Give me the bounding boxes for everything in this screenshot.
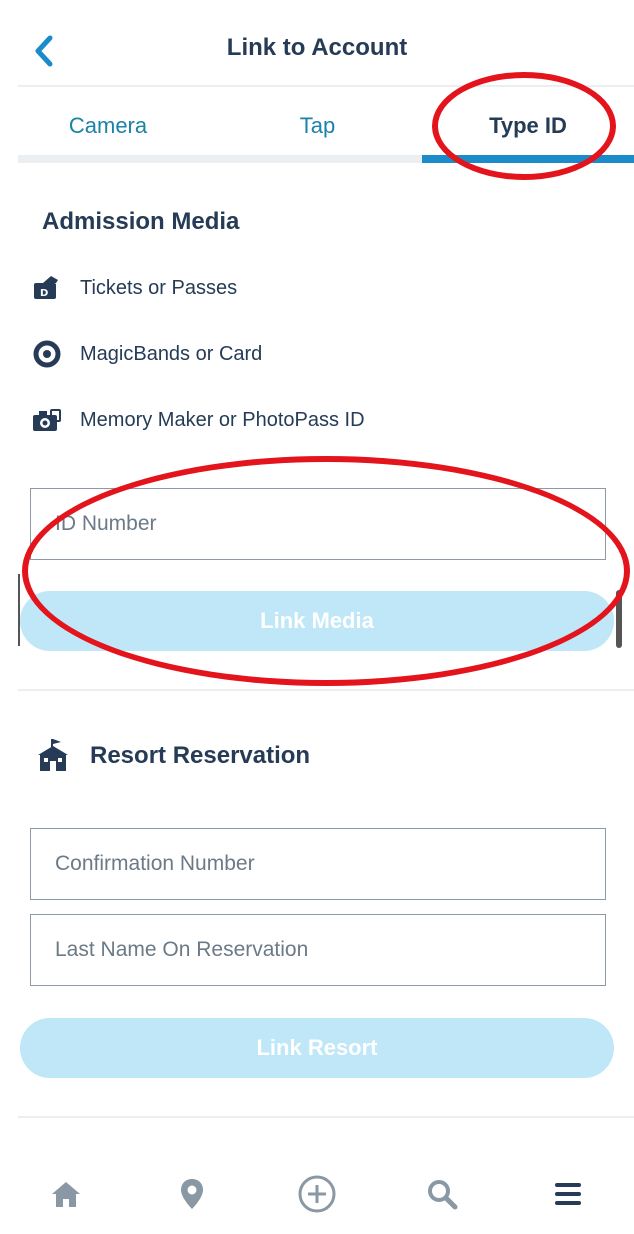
plus-circle-icon	[298, 1175, 336, 1213]
tab-active-indicator	[422, 155, 634, 163]
nav-search[interactable]	[422, 1174, 462, 1214]
section-divider	[18, 689, 634, 691]
media-item-magicbands[interactable]: MagicBands or Card	[30, 336, 262, 372]
resort-reservation-title: Resort Reservation	[90, 742, 311, 769]
tab-camera[interactable]: Camera	[18, 88, 198, 158]
page-title: Link to Account	[226, 34, 408, 61]
tab-track	[18, 155, 422, 163]
nav-map[interactable]	[172, 1174, 212, 1214]
section-divider	[18, 1116, 634, 1118]
media-item-label: Tickets or Passes	[80, 276, 238, 299]
media-item-label: Memory Maker or PhotoPass ID	[80, 408, 365, 431]
header-divider	[18, 85, 634, 87]
svg-text:D: D	[40, 288, 48, 299]
media-item-photopass[interactable]: Memory Maker or PhotoPass ID	[30, 402, 365, 438]
header-bar: Link to Account	[0, 0, 634, 88]
tab-bar: Camera Tap Type ID	[0, 88, 634, 164]
ticket-icon: D	[30, 273, 64, 303]
admission-media-title: Admission Media	[42, 208, 240, 235]
nav-add[interactable]	[297, 1174, 337, 1214]
media-item-tickets[interactable]: D Tickets or Passes	[30, 270, 237, 306]
tab-tap[interactable]: Tap	[225, 88, 410, 158]
scrollbar[interactable]	[616, 590, 622, 648]
menu-icon	[555, 1183, 581, 1205]
photopass-camera-icon	[30, 405, 64, 435]
resort-building-icon	[36, 737, 70, 778]
search-icon	[428, 1180, 458, 1210]
nav-menu[interactable]	[548, 1174, 588, 1214]
map-pin-icon	[181, 1179, 203, 1209]
tab-type-id[interactable]: Type ID	[422, 88, 634, 158]
bottom-nav	[0, 1160, 634, 1234]
home-icon	[52, 1182, 80, 1207]
last-name-input[interactable]	[30, 914, 606, 986]
id-number-input[interactable]	[30, 488, 606, 560]
magicband-icon	[30, 339, 64, 369]
nav-home[interactable]	[46, 1174, 86, 1214]
scroll-edge	[18, 574, 20, 646]
link-resort-button[interactable]: Link Resort	[20, 1018, 614, 1078]
link-media-button[interactable]: Link Media	[20, 591, 614, 651]
confirmation-number-input[interactable]	[30, 828, 606, 900]
media-item-label: MagicBands or Card	[80, 342, 263, 365]
